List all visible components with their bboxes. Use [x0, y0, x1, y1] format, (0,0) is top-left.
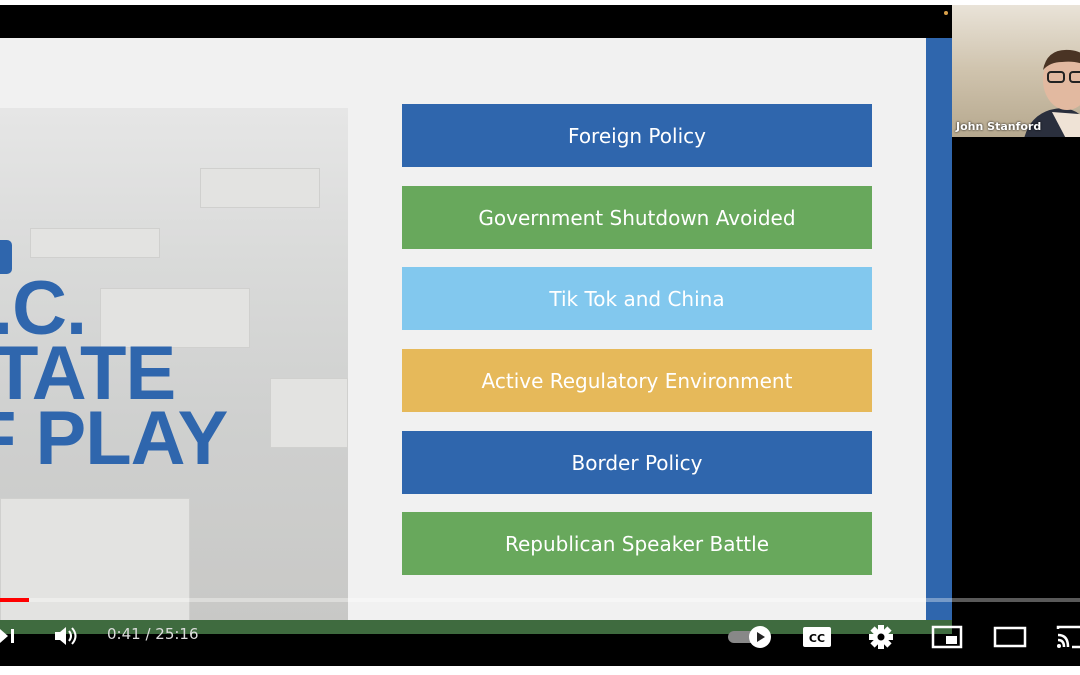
theater-mode-icon[interactable]	[992, 624, 1028, 650]
slide-title-line-3: F PLAY	[0, 396, 228, 481]
participant-name: John Stanford	[956, 120, 1042, 133]
topic-foreign-policy: Foreign Policy	[402, 104, 872, 167]
autoplay-toggle-icon[interactable]	[726, 625, 774, 649]
progress-bar[interactable]	[0, 598, 1080, 602]
status-dot	[944, 11, 948, 15]
webcam-thumbnail: John Stanford	[952, 5, 1080, 137]
presentation-slide: .C. TATE F PLAY Foreign Policy Governmen…	[0, 38, 926, 628]
cast-icon[interactable]	[1056, 624, 1080, 650]
topic-tiktok-china: Tik Tok and China	[402, 267, 872, 330]
settings-icon[interactable]	[866, 623, 896, 651]
volume-icon[interactable]	[52, 623, 80, 649]
time-display: 0:41 / 25:16	[107, 625, 199, 643]
miniplayer-icon[interactable]	[930, 624, 964, 650]
progress-played	[0, 598, 30, 602]
next-icon[interactable]	[0, 623, 16, 649]
slide-accent-stripe	[926, 38, 952, 628]
captions-icon[interactable]: CC	[802, 625, 832, 649]
topic-regulatory: Active Regulatory Environment	[402, 349, 872, 412]
player-controls: 0:41 / 25:16 CC	[0, 617, 1080, 657]
topic-speaker-battle: Republican Speaker Battle	[402, 512, 872, 575]
topic-border-policy: Border Policy	[402, 431, 872, 494]
topic-government-shutdown: Government Shutdown Avoided	[402, 186, 872, 249]
video-player[interactable]: .C. TATE F PLAY Foreign Policy Governmen…	[0, 5, 1080, 666]
svg-text:CC: CC	[809, 632, 825, 645]
